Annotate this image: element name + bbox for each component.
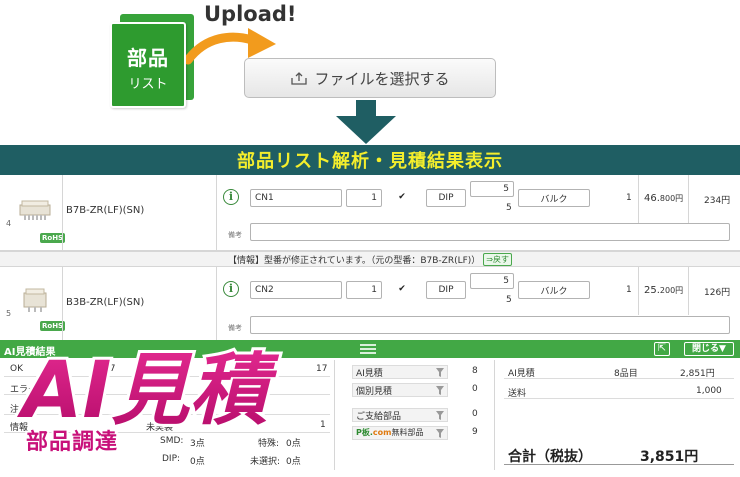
select-file-label: ファイルを選択する bbox=[314, 69, 450, 88]
include-checkbox[interactable]: ✔ bbox=[397, 192, 407, 202]
filter-icon[interactable] bbox=[436, 411, 444, 420]
total-price: 3,851円 bbox=[640, 449, 699, 465]
notice-text: 【情報】型番が修正されています。（元の型番：B7B-ZR(LF)） bbox=[228, 255, 481, 266]
stock-value: 5 bbox=[506, 203, 512, 213]
part-number: B3B-ZR(LF)(SN) bbox=[66, 297, 145, 308]
package-select[interactable]: DIP bbox=[426, 281, 466, 299]
drag-handle-icon[interactable] bbox=[360, 344, 376, 354]
connector-image bbox=[23, 288, 47, 312]
upload-icon bbox=[291, 72, 308, 85]
row-number: 5 bbox=[6, 309, 12, 318]
info-notice: 【情報】型番が修正されています。（元の型番：B7B-ZR(LF)） ⇒戻す bbox=[0, 251, 740, 267]
result-banner: 部品リスト解析・見積結果表示 bbox=[0, 145, 740, 175]
popout-icon[interactable]: ⇱ bbox=[654, 342, 670, 356]
table-row: 4 RoHS B7B-ZR(LF)(SN) i CN1 1 ✔ DIP 5 5 … bbox=[0, 175, 740, 251]
line-total: 234円 bbox=[704, 196, 731, 206]
individual-quote-label: 個別見積 bbox=[356, 387, 393, 397]
ai-quote-filter-count: 8 bbox=[472, 366, 478, 376]
info-icon[interactable]: i bbox=[223, 281, 239, 297]
select-file-button[interactable]: ファイルを選択する bbox=[244, 58, 496, 98]
supplied-parts-count: 0 bbox=[472, 409, 478, 419]
stock-input[interactable]: 5 bbox=[470, 273, 514, 289]
down-arrow-icon bbox=[336, 100, 396, 144]
card-title: 部品 bbox=[127, 46, 169, 70]
packing-select[interactable]: バルク bbox=[518, 281, 590, 299]
shipping-price: 1,000 bbox=[696, 386, 722, 396]
stock-input[interactable]: 5 bbox=[470, 181, 514, 197]
page: 部品 リスト Upload! ファイルを選択する 部品リスト解析・見積結果表示 … bbox=[0, 0, 740, 477]
unmounted-count: 1 bbox=[320, 420, 326, 430]
line-total: 126円 bbox=[704, 288, 731, 298]
stock-value: 5 bbox=[506, 295, 512, 305]
revert-button[interactable]: ⇒戻す bbox=[483, 252, 512, 266]
supplied-parts-label: ご支給部品 bbox=[356, 412, 402, 422]
close-panel-button[interactable]: 閉じる▼ bbox=[684, 342, 734, 356]
unit-price: 25.200円 bbox=[644, 285, 684, 296]
order-quantity: 1 bbox=[626, 285, 632, 295]
remark-label: 備考 bbox=[228, 324, 242, 332]
connector-image bbox=[19, 200, 51, 220]
filter-icon[interactable] bbox=[436, 386, 444, 395]
remark-input[interactable] bbox=[250, 223, 730, 241]
ai-logo-text: AI見積 bbox=[16, 346, 279, 436]
filter-icon[interactable] bbox=[436, 429, 444, 438]
quantity-input[interactable]: 1 bbox=[346, 281, 382, 299]
filter-icon[interactable] bbox=[436, 368, 444, 377]
row-number: 4 bbox=[6, 219, 12, 228]
package-select[interactable]: DIP bbox=[426, 189, 466, 207]
parts-list-card: 部品 リスト bbox=[110, 22, 186, 108]
info-icon[interactable]: i bbox=[223, 189, 239, 205]
individual-quote-count: 0 bbox=[472, 384, 478, 394]
ref-designator-input[interactable]: CN2 bbox=[250, 281, 342, 299]
total-label: 合計（税抜） bbox=[508, 449, 592, 465]
ai-logo-subtitle: 部品調達 bbox=[26, 430, 119, 455]
remark-label: 備考 bbox=[228, 231, 242, 239]
ref-designator-input[interactable]: CN1 bbox=[250, 189, 342, 207]
unit-price: 46.800円 bbox=[644, 193, 684, 204]
part-number: B7B-ZR(LF)(SN) bbox=[66, 205, 145, 216]
order-quantity: 1 bbox=[626, 193, 632, 203]
ai-quote-filter-label: AI見積 bbox=[356, 369, 383, 379]
upload-label: Upload! bbox=[204, 2, 297, 26]
card-subtitle: リスト bbox=[128, 77, 168, 92]
include-checkbox[interactable]: ✔ bbox=[397, 284, 407, 294]
free-parts-label: P板.com無料部品 bbox=[356, 428, 424, 437]
ok-total: 17 bbox=[316, 364, 328, 374]
free-parts-count: 9 bbox=[472, 427, 478, 437]
table-row: 5 RoHS B3B-ZR(LF)(SN) i CN2 1 ✔ DIP 5 5 … bbox=[0, 267, 740, 341]
results-table: 4 RoHS B7B-ZR(LF)(SN) i CN1 1 ✔ DIP 5 5 … bbox=[0, 175, 740, 341]
packing-select[interactable]: バルク bbox=[518, 189, 590, 207]
quantity-input[interactable]: 1 bbox=[346, 189, 382, 207]
remark-input[interactable] bbox=[250, 316, 730, 334]
